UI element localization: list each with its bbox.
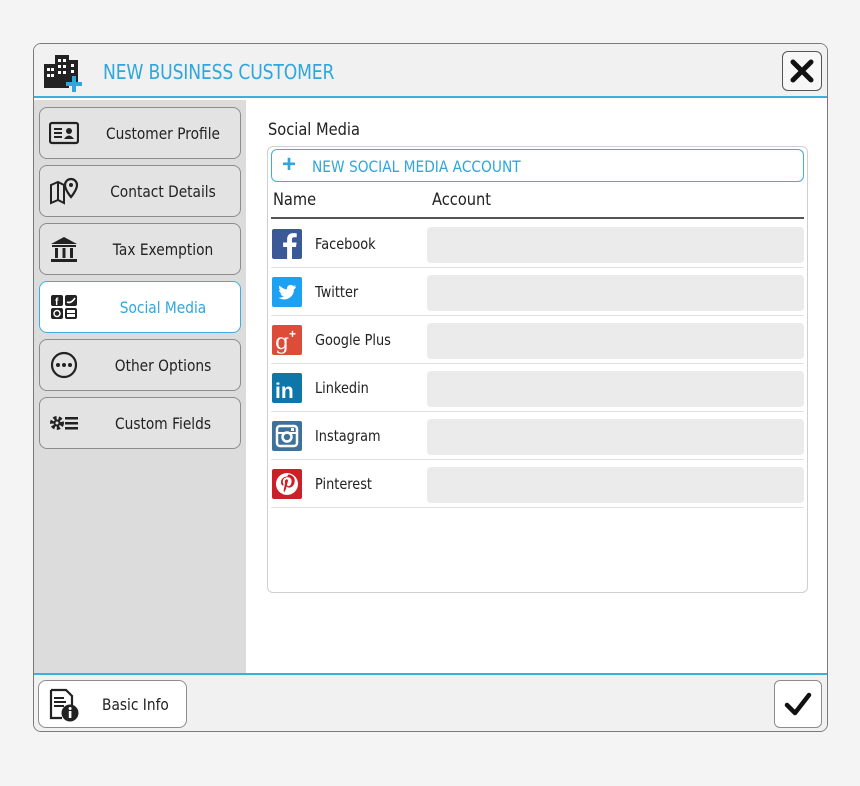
table-row: Pinterest	[271, 460, 804, 508]
document-info-icon	[49, 688, 79, 722]
sidebar-item-label: Custom Fields	[114, 414, 212, 433]
table-row: g + Google Plus	[271, 316, 804, 364]
basic-info-button[interactable]: Basic Info	[38, 680, 187, 728]
sidebar-item-label: Contact Details	[110, 182, 216, 201]
row-name: Pinterest	[315, 475, 372, 493]
sidebar-item-customer-profile[interactable]: Customer Profile	[39, 107, 241, 159]
sidebar-item-social-media[interactable]: f Social Media	[39, 281, 241, 333]
gear-list-icon	[50, 416, 78, 430]
bank-icon	[51, 237, 77, 262]
svg-text:+: +	[289, 327, 296, 341]
sidebar-item-other-options[interactable]: Other Options	[39, 339, 241, 391]
table-row: Instagram	[271, 412, 804, 460]
sidebar-item-label: Other Options	[114, 356, 212, 375]
facebook-icon	[272, 229, 302, 259]
id-card-icon	[49, 121, 79, 145]
column-header-account: Account	[432, 190, 492, 210]
svg-text:g: g	[275, 330, 289, 355]
main-content: Social Media + NEW SOCIAL MEDIA ACCOUNT …	[246, 100, 827, 673]
section-title: Social Media	[268, 120, 360, 140]
confirm-button[interactable]	[774, 680, 822, 728]
plus-icon: +	[282, 151, 297, 178]
new-account-label: NEW SOCIAL MEDIA ACCOUNT	[312, 157, 521, 176]
more-options-icon	[50, 351, 78, 379]
sidebar-item-label: Customer Profile	[105, 124, 221, 143]
instagram-icon	[272, 421, 302, 451]
pinterest-account-input[interactable]	[427, 467, 804, 503]
sidebar: Customer Profile Contact Details Tax Exe…	[34, 100, 246, 673]
column-header-name: Name	[273, 190, 317, 210]
title-bar: NEW BUSINESS CUSTOMER	[34, 44, 827, 98]
linkedin-account-input[interactable]	[427, 371, 804, 407]
close-icon	[790, 59, 814, 83]
pinterest-icon	[272, 469, 302, 499]
table-row: in Linkedin	[271, 364, 804, 412]
sidebar-item-custom-fields[interactable]: Custom Fields	[39, 397, 241, 449]
sidebar-item-label: Tax Exemption	[112, 240, 214, 259]
row-name: Twitter	[315, 283, 359, 301]
close-button[interactable]	[782, 51, 822, 91]
header-divider	[271, 217, 804, 219]
google-plus-icon: g +	[272, 325, 302, 355]
footer: Basic Info	[34, 673, 827, 731]
row-name: Instagram	[315, 427, 381, 445]
linkedin-icon: in	[272, 373, 302, 403]
table-row: Twitter	[271, 268, 804, 316]
sidebar-item-contact-details[interactable]: Contact Details	[39, 165, 241, 217]
sidebar-item-tax-exemption[interactable]: Tax Exemption	[39, 223, 241, 275]
basic-info-label: Basic Info	[102, 695, 169, 714]
new-social-media-account-button[interactable]: + NEW SOCIAL MEDIA ACCOUNT	[271, 149, 804, 182]
row-name: Linkedin	[315, 379, 369, 397]
twitter-icon	[272, 277, 302, 307]
sidebar-item-label: Social Media	[119, 298, 207, 317]
facebook-account-input[interactable]	[427, 227, 804, 263]
svg-text:in: in	[275, 380, 294, 403]
google-plus-account-input[interactable]	[427, 323, 804, 359]
add-building-icon	[44, 55, 82, 92]
social-media-icon: f	[51, 295, 77, 319]
checkmark-icon	[784, 692, 812, 716]
map-pin-icon	[50, 177, 79, 205]
twitter-account-input[interactable]	[427, 275, 804, 311]
table-row: Facebook	[271, 220, 804, 268]
row-name: Google Plus	[315, 331, 391, 349]
instagram-account-input[interactable]	[427, 419, 804, 455]
row-name: Facebook	[315, 235, 376, 253]
dialog-title: NEW BUSINESS CUSTOMER	[103, 60, 335, 84]
new-business-customer-dialog: NEW BUSINESS CUSTOMER Customer Profile C…	[33, 43, 828, 732]
